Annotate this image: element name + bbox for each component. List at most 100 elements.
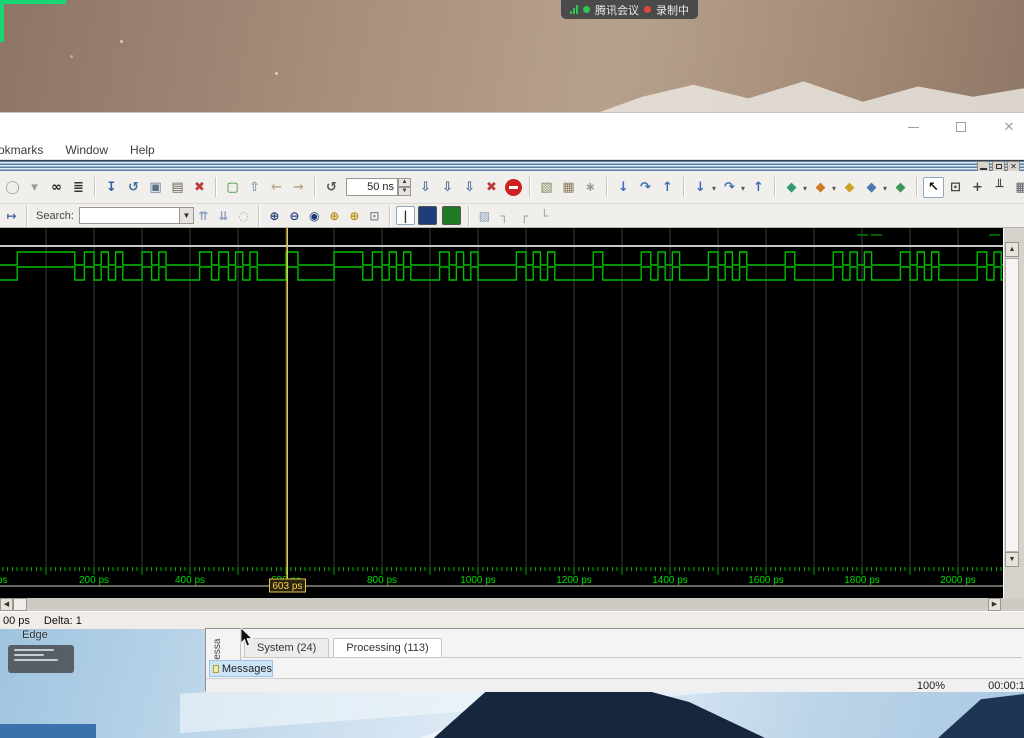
stop-icon[interactable] [505,179,522,196]
add-to-log-icon[interactable]: ◆ [839,177,860,198]
vertical-scrollbar[interactable]: ▲ ▼ [1003,228,1019,598]
wave-window[interactable]: 0 ps200 ps400 ps600 ps800 ps1000 ps1200 … [0,228,1024,598]
up-context-icon[interactable]: ⇧ [244,177,265,198]
run-length-increase[interactable]: ▲ [398,178,411,187]
lock-cursor-icon[interactable] [418,206,437,225]
toolbar-separator [94,177,96,197]
close-button[interactable]: ✕ [1000,118,1018,136]
save-icon[interactable]: ↧ [101,177,122,198]
maximize-button[interactable] [952,118,970,136]
find-icon[interactable]: ∞ [46,177,67,198]
pan-mode-icon[interactable]: + [967,177,988,198]
insert-cursor-icon[interactable]: | [396,206,415,225]
zoom-in-on-cursor-icon[interactable]: ⊕ [325,206,344,225]
search-forward-icon[interactable]: ⇊ [214,206,233,225]
break-icon[interactable]: ✖ [481,177,502,198]
meeting-status-pill[interactable]: 腾讯会议 录制中 [561,0,698,19]
search-input[interactable] [79,207,179,224]
step-into-current-icon[interactable]: ↓▾ [690,177,711,198]
search-options-icon[interactable]: ◌ [234,206,253,225]
run-length-input[interactable]: 50 ns [346,178,398,196]
zoom-between-cursors-icon[interactable]: ⊕ [345,206,364,225]
show-drivers-icon[interactable]: ↦ [2,206,21,225]
menu-bookmarks[interactable]: okmarks [0,143,43,157]
delete-cursor-icon[interactable] [442,206,461,225]
select-mode-icon[interactable]: ↖ [923,177,944,198]
reload-icon[interactable]: ↺ [123,177,144,198]
waveform-canvas[interactable]: 0 ps200 ps400 ps600 ps800 ps1000 ps1200 … [0,228,1003,598]
mdi-splitter-bar[interactable] [0,160,1024,171]
dropdown-caret-icon[interactable]: ▾ [24,177,45,198]
next-falling-edge-icon[interactable]: └ [535,206,554,225]
step-over-icon[interactable]: ↷ [635,177,656,198]
zoom-full-icon[interactable]: ◉ [305,206,324,225]
messages-corner-tab[interactable]: Messages [209,660,273,677]
tab-processing[interactable]: Processing (113) [333,638,441,657]
edit-cursor-mode-icon[interactable]: ╨ [989,177,1010,198]
step-out-current-icon[interactable]: ↑ [748,177,769,198]
add-to-dataflow-icon[interactable]: ◆▾ [861,177,882,198]
add-to-wave-icon[interactable]: ◆▾ [781,177,802,198]
toolbar-separator [314,177,316,197]
message-tabs: System (24) Processing (113) [244,638,442,657]
window-titlebar[interactable]: ✕ [0,113,1024,141]
delete-icon[interactable]: ✖ [189,177,210,198]
print-icon[interactable]: ▤ [167,177,188,198]
toolbar-separator [215,177,217,197]
toolbar-separator [606,177,608,197]
step-over-current-icon[interactable]: ↷▾ [719,177,740,198]
svg-text:800 ps: 800 ps [367,575,397,586]
forward-icon[interactable]: → [288,177,309,198]
step-out-icon[interactable]: ↑ [657,177,678,198]
messages-tab-label: Messages [222,663,272,675]
zoom-mode-icon[interactable]: ⊡ [945,177,966,198]
horizontal-scrollbar[interactable]: ◀ ▶ [0,598,1024,611]
tab-system[interactable]: System (24) [244,638,329,657]
vertical-scrollbar-thumb[interactable] [1005,258,1019,552]
search-label: Search: [36,210,74,222]
scroll-right-button[interactable]: ▶ [988,598,1001,611]
zoom-others-icon[interactable]: ⊡ [365,206,384,225]
toolbar-group: ↦ [2,206,21,225]
scroll-down-button[interactable]: ▼ [1005,552,1019,567]
run-all-icon[interactable]: ⇩ [459,177,480,198]
expand-hierarchy-icon[interactable]: ≣ [68,177,89,198]
memory-icon[interactable]: ▦ [558,177,579,198]
horizontal-scrollbar-thumb[interactable] [13,598,27,611]
select-region-icon[interactable]: ▨ [475,206,494,225]
stretch-edge-icon[interactable]: ▦ [1011,177,1024,198]
menu-help[interactable]: Help [130,143,155,157]
toolbar-separator [529,177,531,197]
search-input-dropdown-button[interactable]: ▼ [179,207,194,224]
minimize-button[interactable] [904,118,922,136]
mouse-cursor [240,628,254,648]
menu-window[interactable]: Window [65,143,108,157]
desktop-icon-label[interactable]: Edge [22,629,48,641]
scroll-left-button[interactable]: ◀ [0,598,13,611]
run-icon[interactable]: ⇩ [415,177,436,198]
compare-icon[interactable]: ▣ [145,177,166,198]
add-to-list-icon[interactable]: ◆▾ [810,177,831,198]
step-into-icon[interactable]: ↓ [613,177,634,198]
wave-toolbar: ↦Search:▼⇈⇊◌⊕⊖◉⊕⊕⊡| ▨┐┌└ [0,204,1024,228]
back-icon[interactable]: ← [266,177,287,198]
desktop-list-widget[interactable] [8,645,74,673]
examine-icon[interactable]: ∗ [580,177,601,198]
toolbar-group: ▨┐┌└ [475,206,554,225]
add-to-watch-icon[interactable]: ◆ [890,177,911,198]
toolbar-separator [774,177,776,197]
restore-layout-icon[interactable]: ▢ [222,177,243,198]
search-reverse-icon[interactable]: ⇈ [194,206,213,225]
continue-run-icon[interactable]: ⇩ [437,177,458,198]
simulate-status-icon[interactable]: ◯ [2,177,23,198]
zoom-out-icon[interactable]: ⊖ [285,206,304,225]
svg-text:1200 ps: 1200 ps [556,575,592,586]
toolbar-separator [468,206,470,226]
profile-icon[interactable]: ▧ [536,177,557,198]
restart-icon[interactable]: ↺ [321,177,342,198]
next-rising-edge-icon[interactable]: ┌ [515,206,534,225]
zoom-in-icon[interactable]: ⊕ [265,206,284,225]
previous-falling-edge-icon[interactable]: ┐ [495,206,514,225]
scroll-up-button[interactable]: ▲ [1005,242,1019,257]
run-length-decrease[interactable]: ▼ [398,187,411,196]
